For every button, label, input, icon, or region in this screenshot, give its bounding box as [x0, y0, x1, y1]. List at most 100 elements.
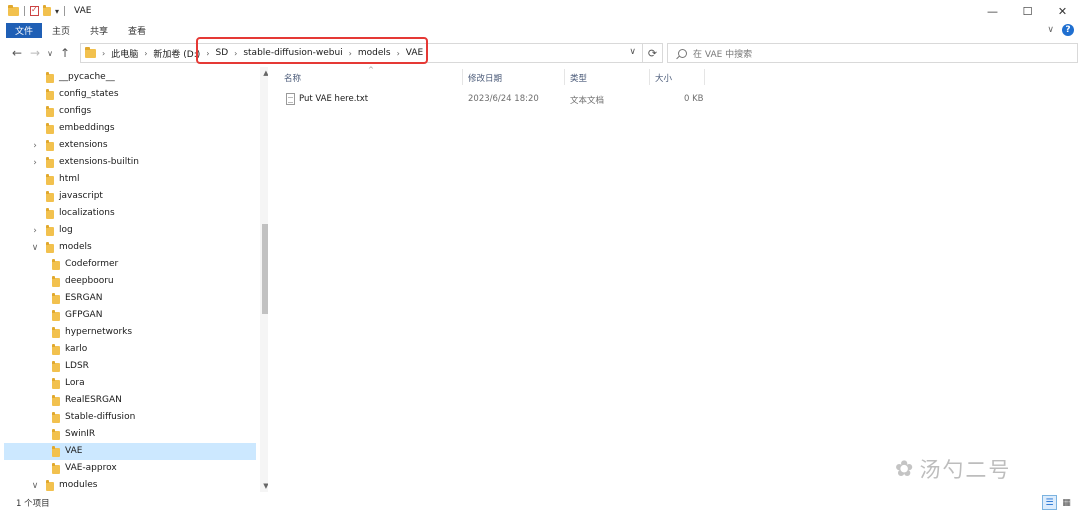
tree-item-log[interactable]: › log — [4, 222, 256, 239]
tree-item-label: extensions-builtin — [59, 157, 139, 167]
tree-item-vae[interactable]: VAE — [4, 443, 256, 460]
column-header-type[interactable]: 类型 — [570, 72, 587, 84]
file-type: 文本文档 — [570, 96, 605, 106]
tree-item-label: karlo — [65, 344, 88, 354]
collapsed-chevron-icon[interactable]: › — [30, 141, 40, 151]
breadcrumb-separator: › — [144, 48, 148, 58]
expanded-chevron-icon[interactable]: ∨ — [30, 481, 40, 491]
tree-item-label: SwinIR — [65, 429, 96, 439]
expand-ribbon-icon[interactable]: ∨ — [1047, 25, 1054, 35]
tree-item-label: Codeformer — [65, 259, 119, 269]
folder-icon — [52, 327, 60, 338]
refresh-icon[interactable]: ⟳ — [642, 44, 662, 62]
folder-icon — [8, 4, 19, 16]
folder-icon — [46, 174, 54, 185]
folder-icon — [52, 310, 60, 321]
address-history-dropdown[interactable]: ∨ — [629, 47, 636, 57]
tree-item-label: javascript — [59, 191, 103, 201]
folder-icon — [46, 191, 54, 202]
expanded-chevron-icon[interactable]: ∨ — [30, 243, 40, 253]
tree-item-deepbooru[interactable]: deepbooru — [4, 273, 256, 290]
tree-item-label: embeddings — [59, 123, 115, 133]
collapsed-chevron-icon[interactable]: › — [30, 158, 40, 168]
tree-item-javascript[interactable]: javascript — [4, 188, 256, 205]
quick-access-toolbar: ▾ VAE — [0, 4, 92, 16]
tree-item-swinir[interactable]: SwinIR — [4, 426, 256, 443]
tree-item-esrgan[interactable]: ESRGAN — [4, 290, 256, 307]
tree-item-label: config_states — [59, 89, 119, 99]
window-title: VAE — [74, 6, 92, 16]
watermark: ✿ 汤勺二号 — [895, 454, 1011, 484]
tree-item-label: extensions — [59, 140, 108, 150]
column-divider[interactable] — [649, 69, 650, 85]
tree-item-ldsr[interactable]: LDSR — [4, 358, 256, 375]
tree-item-stable-diffusion[interactable]: Stable-diffusion — [4, 409, 256, 426]
tree-item-pycache[interactable]: __pycache__ — [4, 69, 256, 86]
help-icon[interactable]: ? — [1062, 24, 1074, 36]
breadcrumb-this-pc[interactable]: 此电脑 — [111, 47, 138, 60]
title-bar: ▾ VAE — ☐ ✕ — [0, 0, 1080, 22]
tree-item-modules[interactable]: ∨ modules — [4, 477, 256, 492]
customize-quick-access-dropdown[interactable]: ▾ — [55, 7, 59, 16]
nav-scrollbar[interactable]: ▲ ▼ — [260, 67, 268, 492]
folder-icon — [52, 259, 60, 270]
tree-item-label: VAE — [65, 446, 83, 456]
tab-view[interactable]: 查看 — [118, 24, 156, 37]
scroll-up-arrow[interactable]: ▲ — [260, 67, 268, 79]
folder-icon — [52, 446, 60, 457]
tree-item-gfpgan[interactable]: GFPGAN — [4, 307, 256, 324]
view-switcher: ☰ ▦ — [1042, 495, 1074, 510]
scrollbar-thumb[interactable] — [262, 224, 268, 314]
tab-share[interactable]: 共享 — [80, 24, 118, 37]
tree-item-localizations[interactable]: localizations — [4, 205, 256, 222]
column-header-date-modified[interactable]: 修改日期 — [468, 72, 502, 84]
column-header-name[interactable]: 名称 — [284, 72, 301, 84]
minimize-button[interactable]: — — [975, 0, 1010, 22]
close-button[interactable]: ✕ — [1045, 0, 1080, 22]
tree-item-configs[interactable]: configs — [4, 103, 256, 120]
tree-item-extensions[interactable]: › extensions — [4, 137, 256, 154]
tree-item-extensions-builtin[interactable]: › extensions-builtin — [4, 154, 256, 171]
search-icon — [678, 48, 687, 58]
search-box[interactable]: 在 VAE 中搜索 — [667, 43, 1078, 63]
collapsed-chevron-icon[interactable]: › — [30, 226, 40, 236]
tree-item-karlo[interactable]: karlo — [4, 341, 256, 358]
tree-item-hypernetworks[interactable]: hypernetworks — [4, 324, 256, 341]
tree-item-vae-approx[interactable]: VAE-approx — [4, 460, 256, 477]
column-header-size[interactable]: 大小 — [655, 72, 672, 84]
tree-item-realesrgan[interactable]: RealESRGAN — [4, 392, 256, 409]
tree-item-models[interactable]: ∨ models — [4, 239, 256, 256]
tab-file[interactable]: 文件 — [6, 22, 42, 38]
recent-locations-dropdown[interactable]: ∨ — [44, 49, 56, 58]
folder-icon — [52, 293, 60, 304]
file-row[interactable]: Put VAE here.txt 2023/6/24 18:20 文本文档 0 … — [282, 91, 712, 108]
breadcrumb-drive-d[interactable]: 新加卷 (D:) — [153, 47, 200, 60]
folder-icon — [46, 89, 54, 100]
forward-button[interactable]: → — [26, 46, 44, 60]
breadcrumb-separator: › — [102, 48, 106, 58]
large-icons-view-button[interactable]: ▦ — [1059, 495, 1074, 510]
details-view-button[interactable]: ☰ — [1042, 495, 1057, 510]
folder-icon — [52, 378, 60, 389]
column-divider[interactable] — [704, 69, 705, 85]
properties-icon[interactable] — [30, 5, 39, 16]
folder-icon — [52, 361, 60, 372]
new-folder-icon[interactable] — [43, 4, 51, 16]
column-divider[interactable] — [564, 69, 565, 85]
back-button[interactable]: ← — [8, 46, 26, 60]
tree-item-lora[interactable]: Lora — [4, 375, 256, 392]
watermark-text: 汤勺二号 — [919, 458, 1012, 482]
column-divider[interactable] — [462, 69, 463, 85]
file-date-modified: 2023/6/24 18:20 — [468, 94, 539, 104]
location-folder-icon — [85, 46, 96, 58]
folder-icon — [52, 395, 60, 406]
tree-item-config-states[interactable]: config_states — [4, 86, 256, 103]
maximize-button[interactable]: ☐ — [1010, 0, 1045, 22]
window-controls: — ☐ ✕ — [975, 0, 1080, 22]
scroll-down-arrow[interactable]: ▼ — [260, 480, 268, 492]
tree-item-html[interactable]: html — [4, 171, 256, 188]
tab-home[interactable]: 主页 — [42, 24, 80, 37]
tree-item-codeformer[interactable]: Codeformer — [4, 256, 256, 273]
up-button[interactable]: ↑ — [56, 46, 74, 60]
tree-item-embeddings[interactable]: embeddings — [4, 120, 256, 137]
